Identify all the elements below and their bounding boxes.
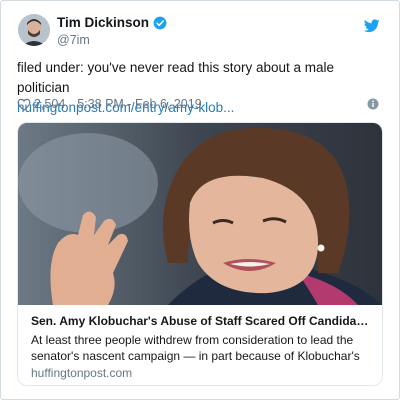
card-description: At least three people withdrew from cons… (31, 333, 360, 363)
card-domain[interactable]: huffingtonpost.com (31, 366, 132, 380)
avatar[interactable] (18, 14, 50, 46)
card-title[interactable]: Sen. Amy Klobuchar's Abuse of Staff Scar… (31, 314, 371, 328)
heart-icon[interactable] (17, 98, 31, 111)
tweet-meta: 2,504 5:38 PM - Feb 6, 2019 (17, 97, 383, 111)
verified-badge-icon (153, 16, 167, 29)
author-handle[interactable]: @7im (57, 33, 90, 47)
twitter-bird-icon[interactable] (364, 19, 380, 33)
embedded-tweet: Tim Dickinson @7im filed under: you've n… (0, 0, 400, 400)
link-card[interactable]: Sen. Amy Klobuchar's Abuse of Staff Scar… (17, 122, 383, 386)
card-body[interactable]: Sen. Amy Klobuchar's Abuse of Staff Scar… (18, 305, 382, 385)
author-name-text: Tim Dickinson (57, 15, 150, 30)
card-image[interactable] (18, 123, 382, 305)
author-name[interactable]: Tim Dickinson (57, 15, 167, 30)
tweet-timestamp[interactable]: 5:38 PM - Feb 6, 2019 (77, 97, 201, 111)
info-icon[interactable] (367, 98, 379, 110)
like-count[interactable]: 2,504 (34, 97, 65, 111)
tweet-body: filed under: you've never read this stor… (17, 60, 335, 95)
